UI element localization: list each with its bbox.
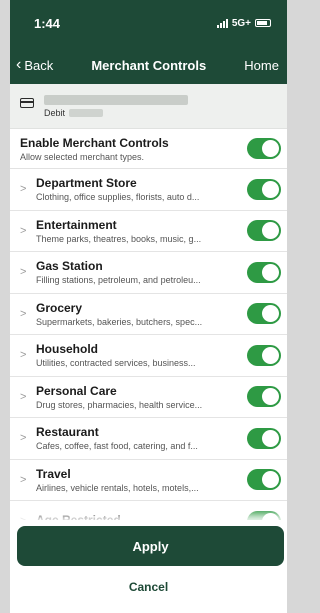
category-subtitle: Theme parks, theatres, books, music, g..…	[36, 233, 202, 244]
category-subtitle: Filling stations, petroleum, and petrole…	[36, 275, 201, 286]
chevron-right-icon: >	[20, 307, 27, 320]
chevron-right-icon: >	[20, 266, 27, 279]
category-title: Personal Care	[36, 383, 117, 398]
battery-icon	[255, 19, 271, 27]
category-title: Grocery	[36, 300, 83, 315]
status-time: 1:44	[34, 15, 61, 31]
header: 1:44 5G+ ‹ Back Merchant Controls Home	[10, 0, 287, 84]
category-toggle[interactable]	[247, 469, 281, 491]
category-row-grocery[interactable]: > Grocery Supermarkets, bakeries, butche…	[10, 294, 287, 335]
master-toggle[interactable]	[247, 138, 281, 159]
category-row-travel[interactable]: > Travel Airlines, vehicle rentals, hote…	[10, 460, 287, 501]
category-toggle[interactable]	[247, 220, 281, 242]
account-name-redacted	[44, 94, 188, 105]
page-title: Merchant Controls	[91, 57, 207, 73]
network-label: 5G+	[231, 17, 251, 29]
status-indicators: 5G+	[216, 17, 271, 29]
category-row-personal-care[interactable]: > Personal Care Drug stores, pharmacies,…	[10, 377, 287, 418]
phone-screen: 1:44 5G+ ‹ Back Merchant Controls Home D…	[10, 0, 287, 613]
back-label: Back	[24, 57, 54, 73]
account-number-redacted	[69, 108, 104, 117]
category-row-household[interactable]: > Household Utilities, contracted servic…	[10, 335, 287, 377]
category-subtitle: Airlines, vehicle rentals, hotels, motel…	[36, 482, 199, 493]
home-button[interactable]: Home	[244, 58, 279, 73]
chevron-right-icon: >	[20, 432, 27, 445]
category-subtitle: Utilities, contracted services, business…	[36, 358, 196, 369]
category-title: Restaurant	[36, 425, 99, 440]
category-title: Gas Station	[36, 259, 103, 274]
card-icon	[20, 98, 34, 108]
master-title: Enable Merchant Controls	[20, 135, 169, 150]
category-title: Department Store	[36, 176, 137, 191]
category-row-department-store[interactable]: > Department Store Clothing, office supp…	[10, 169, 287, 211]
account-summary: Debit	[10, 84, 287, 129]
category-subtitle: Supermarkets, bakeries, butchers, spec..…	[36, 316, 203, 327]
category-row-entertainment[interactable]: > Entertainment Theme parks, theatres, b…	[10, 211, 287, 252]
chevron-left-icon: ‹	[16, 56, 22, 73]
merchant-list: Enable Merchant Controls Allow selected …	[10, 129, 287, 543]
category-row-restaurant[interactable]: > Restaurant Cafes, coffee, fast food, c…	[10, 418, 287, 460]
category-toggle[interactable]	[247, 344, 281, 366]
master-subtitle: Allow selected merchant types.	[20, 151, 145, 162]
category-title: Travel	[36, 466, 71, 481]
category-title: Entertainment	[36, 217, 117, 232]
account-type: Debit	[44, 107, 66, 118]
category-title: Household	[36, 342, 98, 357]
category-toggle[interactable]	[247, 427, 281, 449]
chevron-right-icon: >	[20, 183, 27, 196]
category-toggle[interactable]	[247, 386, 281, 408]
category-subtitle: Drug stores, pharmacies, health service.…	[36, 399, 203, 410]
status-bar: 1:44 5G+	[10, 0, 287, 46]
category-toggle[interactable]	[247, 261, 281, 283]
enable-merchant-controls-row: Enable Merchant Controls Allow selected …	[10, 129, 287, 169]
signal-icon	[216, 18, 228, 28]
category-subtitle: Cafes, coffee, fast food, catering, and …	[36, 441, 198, 452]
chevron-right-icon: >	[20, 473, 27, 486]
cancel-button[interactable]: Cancel	[10, 580, 287, 594]
category-subtitle: Clothing, office supplies, florists, aut…	[36, 192, 200, 203]
nav-bar: ‹ Back Merchant Controls Home	[10, 46, 287, 84]
chevron-right-icon: >	[20, 224, 27, 237]
category-row-gas-station[interactable]: > Gas Station Filling stations, petroleu…	[10, 252, 287, 294]
category-toggle[interactable]	[247, 178, 281, 200]
apply-button[interactable]: Apply	[17, 526, 284, 566]
chevron-right-icon: >	[20, 349, 27, 362]
chevron-right-icon: >	[20, 390, 27, 403]
category-toggle[interactable]	[247, 303, 281, 325]
action-footer: Apply Cancel	[10, 520, 287, 613]
back-button[interactable]: ‹ Back	[16, 56, 53, 74]
